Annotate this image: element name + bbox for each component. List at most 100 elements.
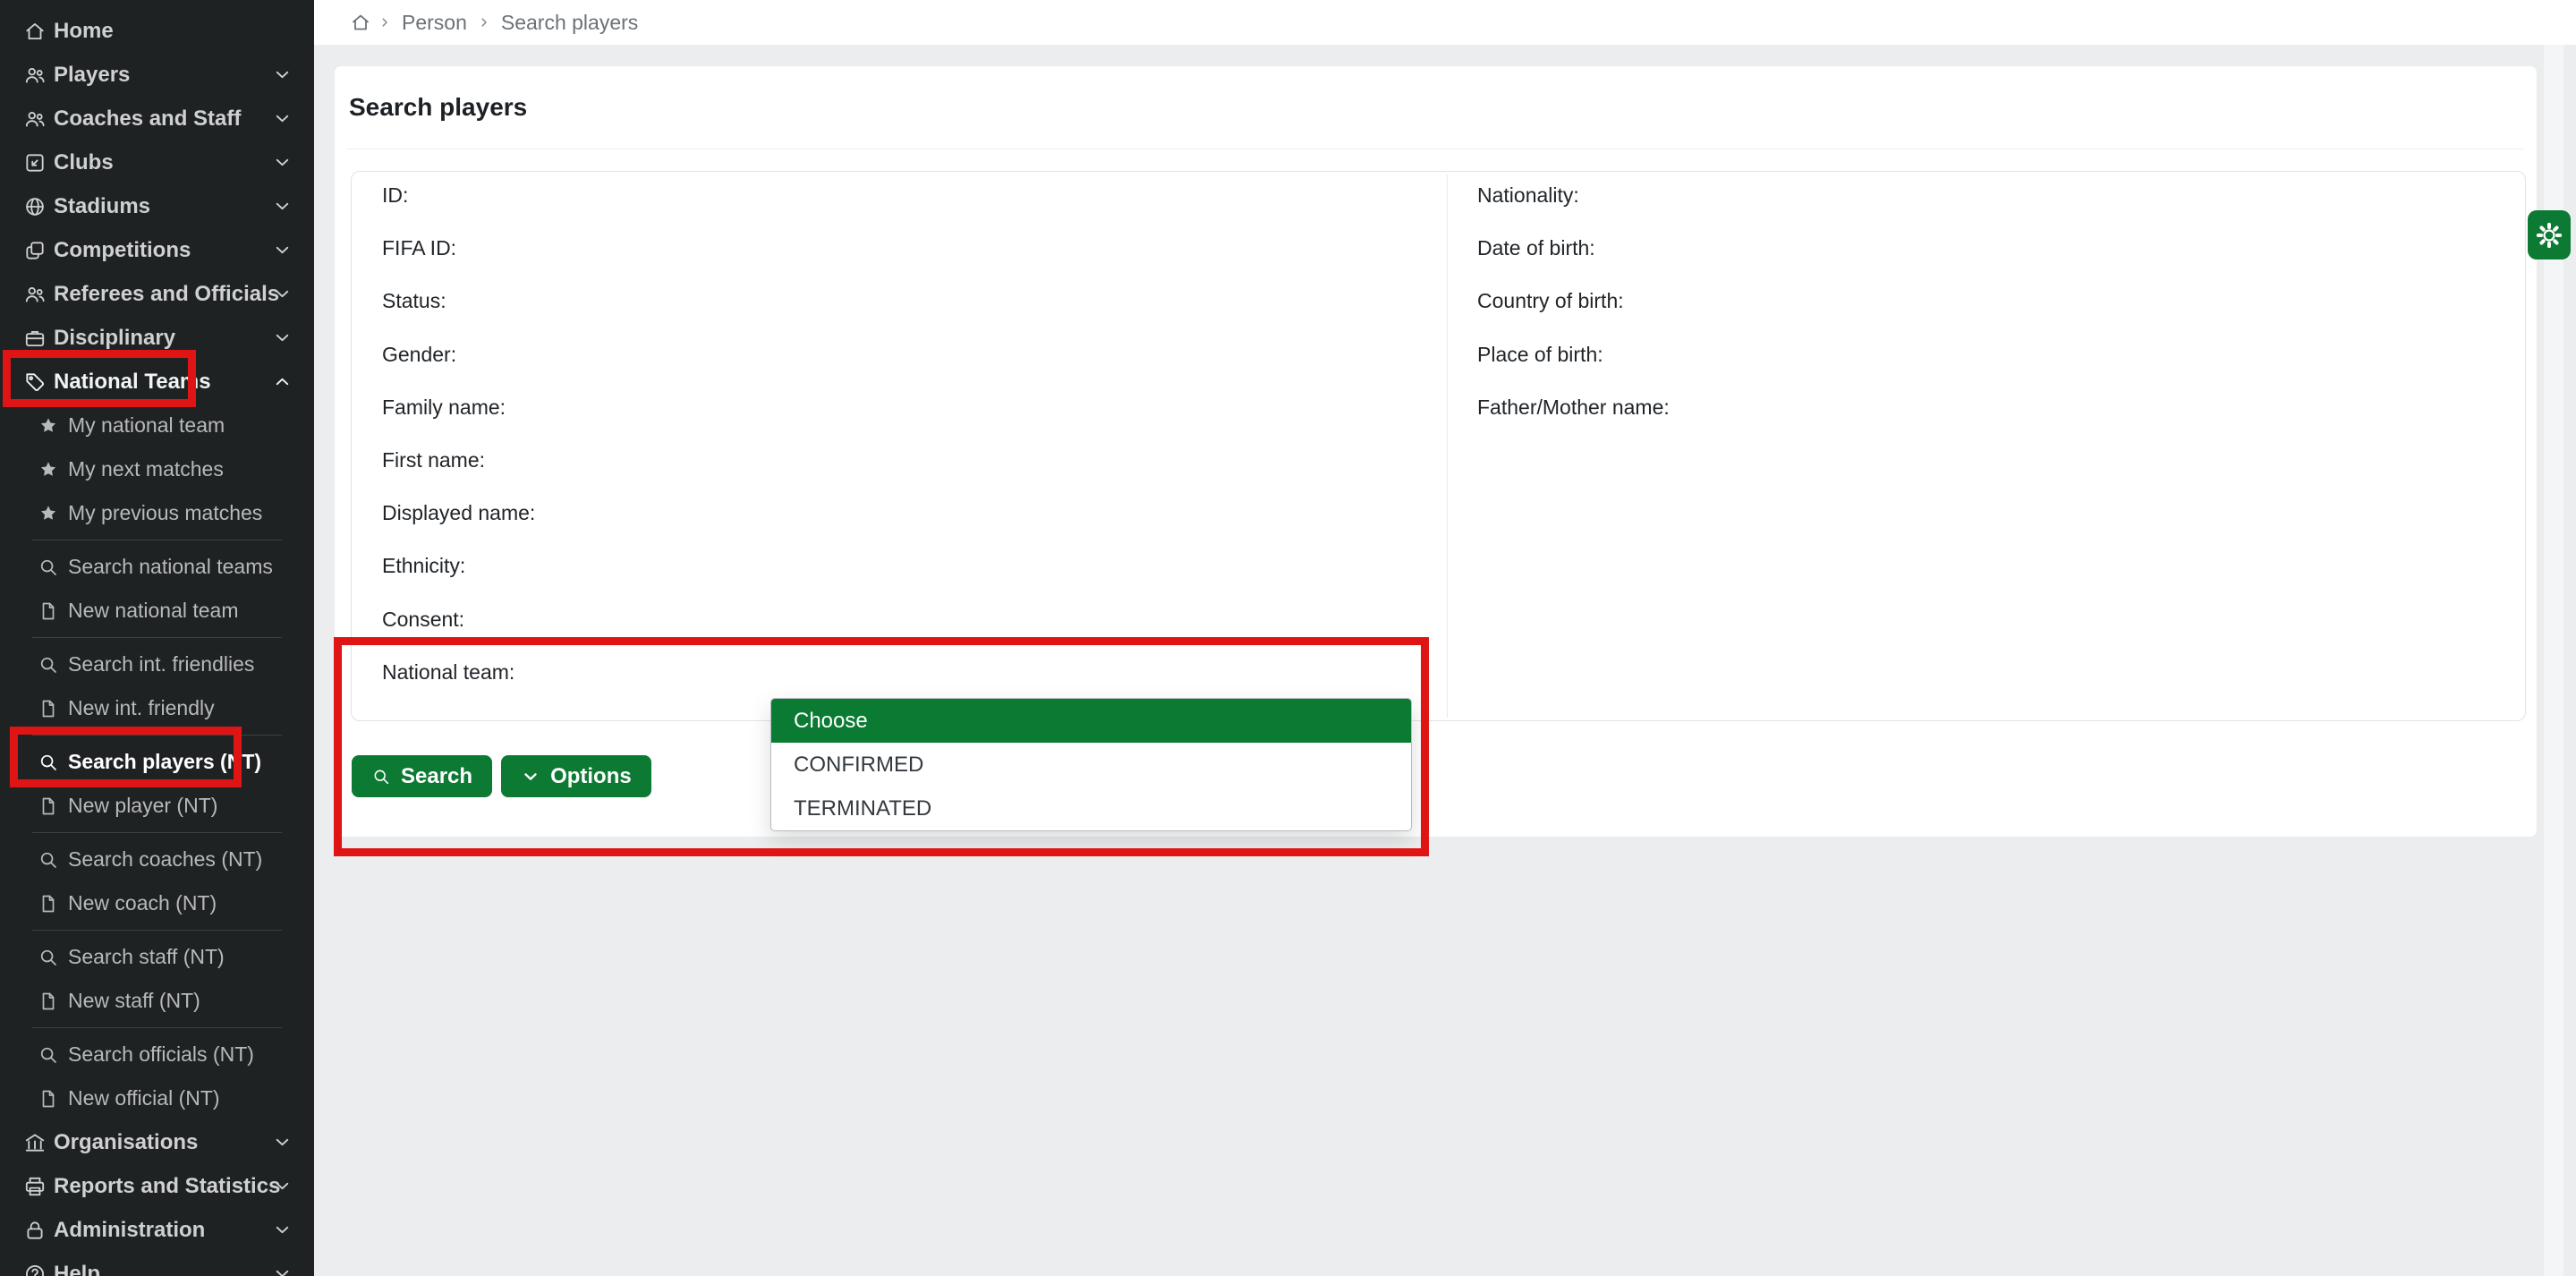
people-icon: [23, 64, 47, 87]
field-row-nationality: Nationality:: [335, 175, 2536, 215]
sidebar-item-new-national-team[interactable]: New national team: [0, 589, 314, 633]
sidebar-item-label: Stadiums: [54, 194, 150, 219]
home-icon: [23, 20, 47, 43]
sidebar-item-label: Organisations: [54, 1130, 198, 1155]
tag-icon: [23, 370, 47, 394]
sidebar-item-my-previous-matches[interactable]: My previous matches: [0, 491, 314, 535]
bank-icon: [23, 1131, 47, 1154]
sidebar-item-administration[interactable]: Administration: [0, 1208, 314, 1252]
sidebar-item-stadiums[interactable]: Stadiums: [0, 184, 314, 228]
field-row-country-of-birth: Country of birth:: [335, 281, 2536, 320]
breadcrumb-search-players: Search players: [501, 11, 638, 35]
sidebar-item-search-int-friendlies[interactable]: Search int. friendlies: [0, 642, 314, 686]
sidebar-item-disciplinary[interactable]: Disciplinary: [0, 316, 314, 360]
national-team-dropdown: ChooseCONFIRMEDTERMINATED: [770, 698, 1412, 831]
file-icon: [38, 893, 59, 914]
field-row-father-mother-name: Father/Mother name:: [335, 387, 2536, 427]
sidebar-item-my-next-matches[interactable]: My next matches: [0, 447, 314, 491]
dropdown-option-choose[interactable]: Choose: [771, 699, 1411, 743]
sidebar-item-players[interactable]: Players: [0, 53, 314, 97]
sidebar-item-search-players-nt[interactable]: Search players (NT): [0, 740, 314, 784]
field-row-consent: Consent:: [335, 600, 2536, 639]
dropdown-option-terminated[interactable]: TERMINATED: [771, 787, 1411, 830]
sidebar-divider: [0, 925, 314, 935]
chevron-right-icon: [478, 16, 490, 29]
sidebar-item-label: Home: [54, 19, 114, 44]
chevron-down-icon: [272, 108, 293, 129]
sidebar-item-label: National Teams: [54, 370, 211, 395]
copy-icon: [23, 239, 47, 262]
sidebar-item-label: Search players (NT): [68, 750, 261, 774]
sidebar-item-label: Search coaches (NT): [68, 847, 262, 872]
sidebar-item-label: New int. friendly: [68, 696, 215, 720]
chevron-down-icon: [272, 64, 293, 85]
sidebar-item-coaches-and-staff[interactable]: Coaches and Staff: [0, 97, 314, 140]
sidebar-item-home[interactable]: Home: [0, 9, 314, 53]
search-icon: [38, 654, 59, 676]
field-row-ethnicity: Ethnicity:: [335, 546, 2536, 585]
date-of-birth-label: Date of birth:: [1477, 228, 1595, 268]
search-button[interactable]: Search: [352, 755, 492, 797]
search-icon: [38, 557, 59, 578]
sidebar-item-search-national-teams[interactable]: Search national teams: [0, 545, 314, 589]
sidebar-item-help[interactable]: Help: [0, 1252, 314, 1276]
search-icon: [371, 767, 391, 787]
sidebar-divider: [0, 633, 314, 642]
sidebar-item-label: Search officials (NT): [68, 1042, 254, 1067]
breadcrumb-home-icon[interactable]: [350, 12, 371, 33]
sidebar-item-organisations[interactable]: Organisations: [0, 1120, 314, 1164]
globe-icon: [23, 195, 47, 218]
file-icon: [38, 1088, 59, 1110]
sidebar-item-label: New staff (NT): [68, 989, 200, 1013]
chevron-down-icon: [272, 284, 293, 304]
chevron-right-icon: [378, 16, 391, 29]
star-icon: [38, 503, 59, 524]
chevron-down-icon: [272, 1263, 293, 1276]
sidebar-item-national-teams[interactable]: National Teams: [0, 360, 314, 404]
search-icon: [38, 752, 59, 773]
sidebar-item-referees-and-officials[interactable]: Referees and Officials: [0, 272, 314, 316]
father-mother-name-label: Father/Mother name:: [1477, 387, 1670, 427]
sidebar-item-label: Coaches and Staff: [54, 106, 241, 132]
sidebar-item-my-national-team[interactable]: My national team: [0, 404, 314, 447]
search-icon: [38, 947, 59, 968]
chevron-down-icon: [272, 196, 293, 217]
sidebar-item-new-official-nt[interactable]: New official (NT): [0, 1076, 314, 1120]
sidebar-item-search-staff-nt[interactable]: Search staff (NT): [0, 935, 314, 979]
briefcase-icon: [23, 327, 47, 350]
country-of-birth-label: Country of birth:: [1477, 281, 1624, 320]
app-window: Home Players Coaches and Staff Clubs Stadium…: [0, 0, 2576, 1276]
sidebar-item-competitions[interactable]: Competitions: [0, 228, 314, 272]
sidebar-item-search-officials-nt[interactable]: Search officials (NT): [0, 1033, 314, 1076]
sidebar-item-label: Referees and Officials: [54, 282, 279, 307]
sidebar-item-new-staff-nt[interactable]: New staff (NT): [0, 979, 314, 1023]
sidebar-divider: [0, 730, 314, 740]
chevron-down-icon: [521, 767, 540, 787]
form-actions: Search Options: [352, 755, 660, 797]
field-row-national-team: National team:: [335, 652, 2536, 692]
sidebar-item-search-coaches-nt[interactable]: Search coaches (NT): [0, 838, 314, 881]
page-title: Search players: [349, 93, 527, 122]
field-row-displayed-name: Displayed name:: [335, 493, 2536, 532]
sidebar-item-new-player-nt[interactable]: New player (NT): [0, 784, 314, 828]
lock-icon: [23, 1219, 47, 1242]
club-icon: [23, 151, 47, 174]
breadcrumb-person[interactable]: Person: [402, 11, 467, 35]
question-icon: [23, 1263, 47, 1276]
sidebar-item-new-coach-nt[interactable]: New coach (NT): [0, 881, 314, 925]
dropdown-option-confirmed[interactable]: CONFIRMED: [771, 743, 1411, 787]
breadcrumb-bar: Person Search players: [314, 0, 2576, 45]
place-of-birth-label: Place of birth:: [1477, 335, 1603, 374]
file-icon: [38, 795, 59, 817]
sidebar-item-clubs[interactable]: Clubs: [0, 140, 314, 184]
sidebar-item-new-int-friendly[interactable]: New int. friendly: [0, 686, 314, 730]
sidebar-item-reports-and-statistics[interactable]: Reports and Statistics: [0, 1164, 314, 1208]
options-button[interactable]: Options: [501, 755, 651, 797]
national-team-label: National team:: [382, 652, 514, 692]
settings-gear-button[interactable]: [2528, 210, 2571, 259]
consent-label: Consent:: [382, 600, 464, 639]
sidebar-item-label: New national team: [68, 599, 239, 623]
sidebar-item-label: My national team: [68, 413, 225, 438]
file-icon: [38, 698, 59, 719]
chevron-down-icon: [272, 1220, 293, 1240]
